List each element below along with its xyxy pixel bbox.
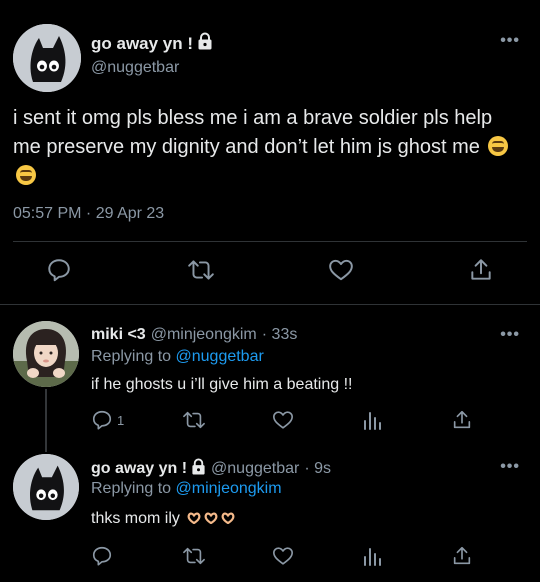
author-name-row: go away yn !	[91, 32, 213, 55]
reply-button[interactable]	[46, 257, 72, 283]
replying-to: Replying to @minjeongkim	[91, 480, 282, 498]
reply-body: thks mom ily	[91, 510, 180, 527]
avatar[interactable]	[13, 454, 79, 520]
author-name-row: miki <3 @minjeongkim · 33s	[91, 326, 297, 344]
lock-icon	[191, 458, 206, 480]
analytics-icon	[364, 548, 381, 566]
reply-button[interactable]: 1	[91, 409, 124, 431]
author-name[interactable]: go away yn !	[91, 460, 187, 478]
author-name[interactable]: go away yn !	[91, 34, 193, 54]
share-icon	[471, 259, 491, 280]
heart-hands-icon	[187, 512, 201, 524]
avatar-image	[13, 454, 79, 520]
heart-hands-icon	[204, 512, 218, 524]
reply-time[interactable]: · 9s	[304, 460, 331, 478]
reply-tweet: go away yn ! @nuggetbar · 9s ••• Replyin…	[0, 444, 540, 582]
like-button[interactable]	[272, 545, 294, 567]
heart-icon	[273, 547, 293, 565]
more-options-icon[interactable]: •••	[500, 326, 520, 344]
share-button[interactable]	[451, 409, 473, 431]
more-options-icon[interactable]: •••	[500, 32, 520, 50]
reply-icon	[48, 259, 70, 282]
author-handle[interactable]: @nuggetbar	[211, 460, 299, 478]
more-options-icon[interactable]: •••	[500, 458, 520, 476]
replying-to-mention[interactable]: @minjeongkim	[176, 480, 282, 497]
like-button[interactable]	[328, 257, 354, 283]
reply-icon	[92, 410, 112, 430]
reply-icon	[92, 546, 112, 566]
retweet-icon	[188, 260, 214, 280]
heart-icon	[273, 411, 293, 429]
author-handle[interactable]: @nuggetbar	[91, 59, 179, 77]
replying-to-mention[interactable]: @nuggetbar	[176, 348, 264, 365]
avatar[interactable]	[13, 24, 81, 92]
avatar-image	[13, 24, 81, 92]
reply-button[interactable]	[91, 545, 113, 567]
author-name[interactable]: miki <3	[91, 326, 146, 344]
lock-icon	[197, 32, 213, 55]
heart-hands-icon	[221, 512, 235, 524]
retweet-button[interactable]	[182, 409, 206, 431]
tweet-timestamp[interactable]: 05:57 PM · 29 Apr 23	[13, 205, 164, 223]
reply-tweet: miki <3 @minjeongkim · 33s ••• Replying …	[0, 306, 540, 444]
replying-to-label: Replying to	[91, 348, 176, 365]
reply-text: if he ghosts u i’ll give him a beating !…	[91, 376, 353, 393]
analytics-button[interactable]	[362, 409, 382, 431]
heart-icon	[329, 259, 353, 281]
analytics-button[interactable]	[362, 545, 382, 567]
retweet-icon	[183, 547, 205, 565]
reply-count: 1	[117, 412, 125, 428]
like-button[interactable]	[272, 409, 294, 431]
tweet-text: i sent it omg pls bless me i am a brave …	[13, 104, 523, 191]
reply-time[interactable]: · 33s	[262, 326, 298, 344]
author-name-row: go away yn ! @nuggetbar · 9s	[91, 458, 331, 480]
retweet-button[interactable]	[182, 545, 206, 567]
grinning-squinting-face-icon	[16, 165, 36, 185]
avatar[interactable]	[13, 321, 79, 387]
divider	[13, 241, 527, 242]
replying-to-label: Replying to	[91, 480, 176, 497]
author-handle[interactable]: @minjeongkim	[151, 326, 257, 344]
replying-to: Replying to @nuggetbar	[91, 348, 264, 366]
retweet-button[interactable]	[187, 257, 215, 283]
tweet-actions	[0, 257, 540, 289]
share-icon	[453, 546, 471, 565]
share-button[interactable]	[468, 257, 494, 283]
share-icon	[453, 410, 471, 429]
main-tweet: go away yn ! @nuggetbar ••• i sent it om…	[0, 0, 540, 305]
avatar-image	[13, 321, 79, 387]
analytics-icon	[364, 412, 381, 430]
reply-text: thks mom ily	[91, 510, 235, 528]
retweet-icon	[183, 411, 205, 429]
tweet-body: i sent it omg pls bless me i am a brave …	[13, 107, 493, 158]
share-button[interactable]	[451, 545, 473, 567]
grinning-squinting-face-icon	[488, 136, 509, 156]
